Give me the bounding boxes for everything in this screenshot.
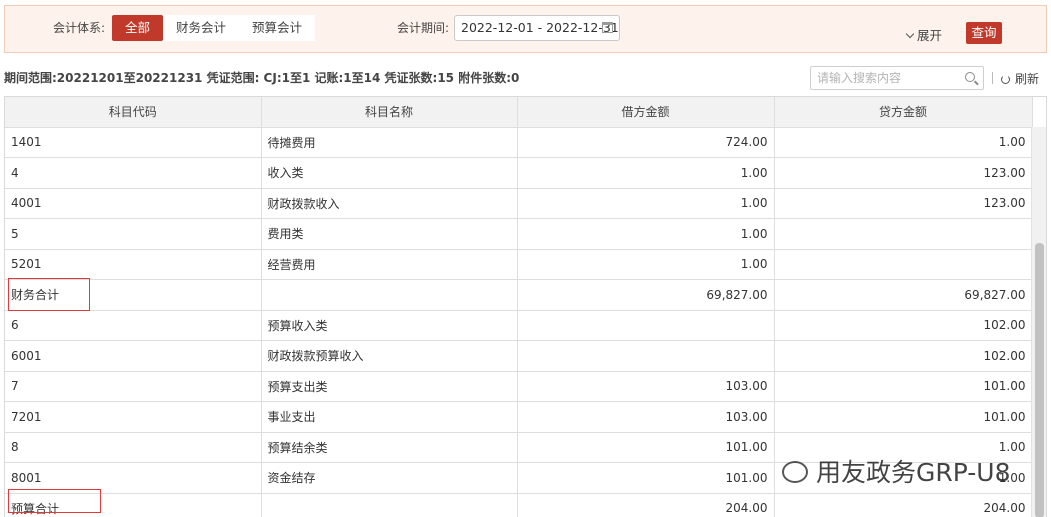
segment-financial-button[interactable]: 财务会计 (163, 15, 239, 41)
cell-account-name: 经营费用 (260, 248, 518, 280)
toolbar-divider (992, 72, 993, 84)
cell-account-name: 财政拨款预算收入 (260, 340, 518, 372)
table-row[interactable]: 6 预算收入类 102.00 (5, 309, 1033, 341)
wechat-icon (782, 461, 808, 483)
table-row-budget-total[interactable]: 预算合计 204.00 204.00 (5, 492, 1033, 517)
cell-credit: 102.00 (773, 309, 1033, 341)
header-credit-amount[interactable]: 贷方金额 (773, 97, 1033, 128)
cell-account-name: 收入类 (260, 157, 518, 189)
search-box[interactable] (810, 66, 984, 90)
cell-account-name (260, 279, 518, 311)
cell-credit: 123.00 (773, 187, 1033, 219)
cell-account-code: 7 (5, 370, 262, 402)
cell-account-code: 8001 (5, 462, 262, 494)
cell-debit: 724.00 (516, 126, 775, 158)
table-row[interactable]: 7201 事业支出 103.00 101.00 (5, 401, 1033, 433)
cell-account-code: 预算合计 (5, 492, 262, 517)
table-row[interactable]: 7 预算支出类 103.00 101.00 (5, 370, 1033, 402)
cell-credit: 123.00 (773, 157, 1033, 189)
cell-account-name: 财政拨款收入 (260, 187, 518, 219)
chevron-down-icon (905, 29, 915, 39)
cell-debit: 101.00 (516, 462, 775, 494)
cell-debit: 204.00 (516, 492, 775, 517)
cell-account-code: 7201 (5, 401, 262, 433)
cell-account-name: 预算收入类 (260, 309, 518, 341)
cell-account-code: 4 (5, 157, 262, 189)
refresh-label: 刷新 (1015, 72, 1040, 86)
cell-credit: 101.00 (773, 401, 1033, 433)
expand-label: 展开 (917, 28, 943, 43)
cell-account-name: 资金结存 (260, 462, 518, 494)
cell-account-name: 待摊费用 (260, 126, 518, 158)
table-row[interactable]: 5 费用类 1.00 (5, 218, 1033, 250)
accounting-system-label: 会计体系: (53, 21, 106, 35)
cell-account-name: 事业支出 (260, 401, 518, 433)
expand-button[interactable]: 展开 (905, 25, 943, 44)
cell-debit: 1.00 (516, 157, 775, 189)
cell-credit (773, 218, 1033, 250)
accounting-system-segment: 全部 财务会计 预算会计 (112, 15, 316, 41)
cell-account-name (260, 492, 518, 517)
cell-debit (516, 340, 775, 372)
table-header-row: 科目代码 科目名称 借方金额 贷方金额 (5, 97, 1033, 128)
vertical-scrollbar[interactable] (1031, 127, 1046, 517)
cell-account-code: 1401 (5, 126, 262, 158)
watermark: 用友政务GRP-U8 (782, 453, 1011, 489)
cell-debit: 69,827.00 (516, 279, 775, 311)
cell-debit (516, 309, 775, 341)
cell-debit: 1.00 (516, 218, 775, 250)
cell-account-code: 财务合计 (5, 279, 262, 311)
search-input[interactable] (811, 67, 959, 89)
period-date-range-input[interactable]: 2022-12-01 - 2022-12-31 (454, 15, 620, 41)
table-row[interactable]: 4 收入类 1.00 123.00 (5, 157, 1033, 189)
search-icon[interactable] (965, 72, 975, 82)
cell-account-name: 预算结余类 (260, 431, 518, 463)
cell-credit: 204.00 (773, 492, 1033, 517)
table-row-financial-total[interactable]: 财务合计 69,827.00 69,827.00 (5, 279, 1033, 311)
calendar-icon[interactable] (602, 22, 613, 33)
filter-panel: 会计体系: 全部 财务会计 预算会计 会计期间: 2022-12-01 - 20… (4, 5, 1047, 53)
scrollbar-thumb[interactable] (1035, 243, 1044, 517)
cell-credit: 101.00 (773, 370, 1033, 402)
segment-all-button[interactable]: 全部 (112, 15, 164, 41)
accounting-period-label: 会计期间: (397, 21, 450, 35)
cell-debit: 101.00 (516, 431, 775, 463)
period-date-range-value: 2022-12-01 - 2022-12-31 (461, 20, 619, 35)
header-account-code[interactable]: 科目代码 (5, 97, 262, 128)
cell-account-code: 8 (5, 431, 262, 463)
watermark-text: 用友政务GRP-U8 (816, 458, 1011, 487)
cell-account-code: 4001 (5, 187, 262, 219)
refresh-button[interactable]: 刷新 (1001, 70, 1039, 87)
table-row[interactable]: 5201 经营费用 1.00 (5, 248, 1033, 280)
cell-account-name: 费用类 (260, 218, 518, 250)
refresh-icon (1001, 75, 1010, 84)
segment-budget-button[interactable]: 预算会计 (239, 15, 315, 41)
cell-account-name: 预算支出类 (260, 370, 518, 402)
table-row[interactable]: 1401 待摊费用 724.00 1.00 (5, 126, 1033, 158)
cell-debit: 103.00 (516, 401, 775, 433)
cell-debit: 1.00 (516, 187, 775, 219)
cell-credit: 69,827.00 (773, 279, 1033, 311)
cell-credit: 102.00 (773, 340, 1033, 372)
cell-account-code: 5 (5, 218, 262, 250)
cell-account-code: 6001 (5, 340, 262, 372)
cell-account-code: 5201 (5, 248, 262, 280)
cell-debit: 103.00 (516, 370, 775, 402)
table-row[interactable]: 6001 财政拨款预算收入 102.00 (5, 340, 1033, 372)
cell-credit (773, 248, 1033, 280)
cell-credit: 1.00 (773, 126, 1033, 158)
query-button[interactable]: 查询 (966, 22, 1002, 44)
header-debit-amount[interactable]: 借方金额 (516, 97, 775, 128)
table-row[interactable]: 4001 财政拨款收入 1.00 123.00 (5, 187, 1033, 219)
cell-account-code: 6 (5, 309, 262, 341)
summary-text: 期间范围:20221201至20221231 凭证范围: CJ:1至1 记账:1… (4, 71, 520, 85)
cell-debit: 1.00 (516, 248, 775, 280)
header-account-name[interactable]: 科目名称 (260, 97, 518, 128)
